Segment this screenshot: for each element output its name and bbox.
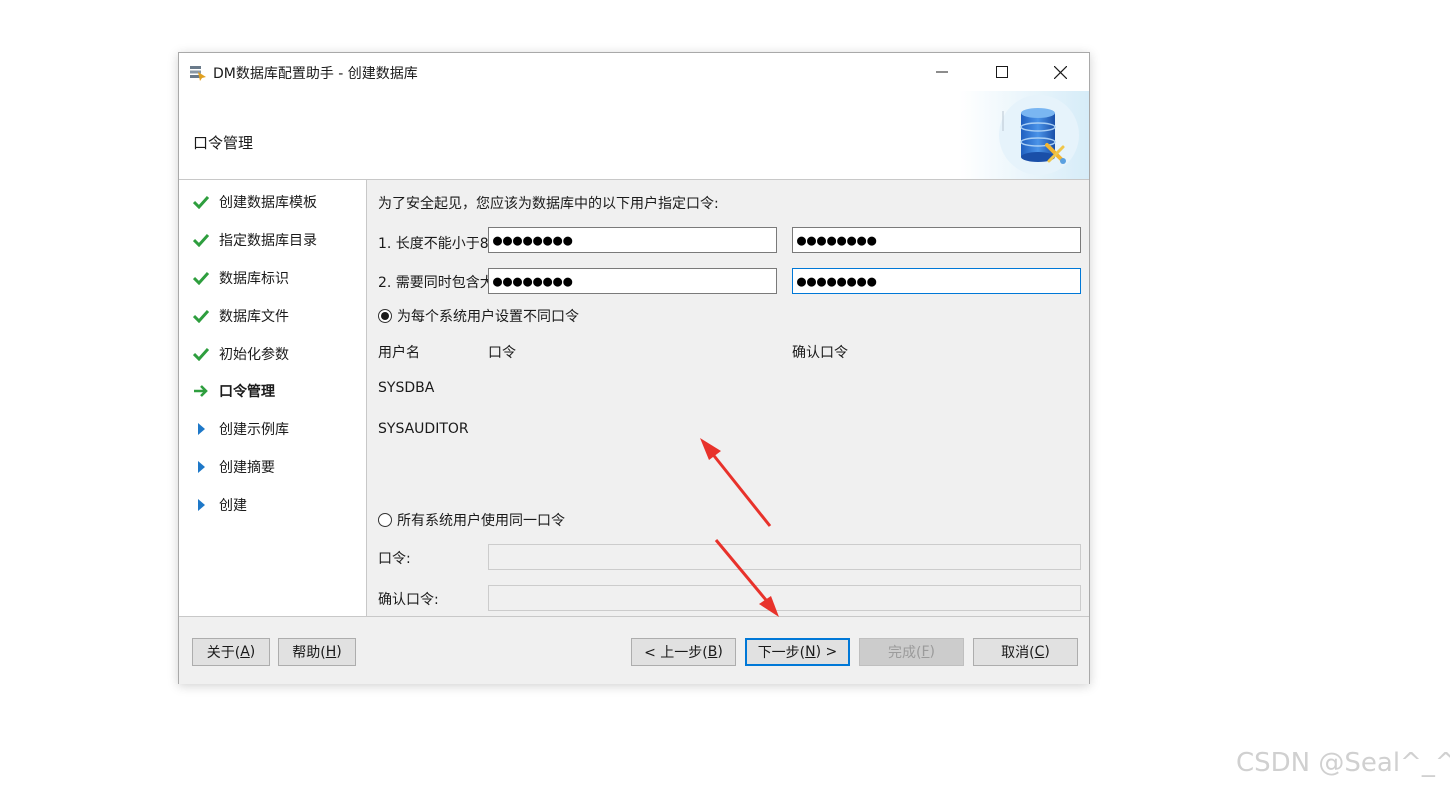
- same-password-field[interactable]: [488, 544, 1081, 570]
- check-icon: [193, 347, 209, 361]
- triangle-right-icon: [198, 499, 205, 511]
- radio-separate-passwords[interactable]: 为每个系统用户设置不同口令: [378, 306, 579, 326]
- back-button[interactable]: < 上一步(B): [631, 638, 736, 666]
- step-label: 创建摘要: [219, 460, 275, 476]
- sysdba-confirm-field[interactable]: [792, 227, 1081, 253]
- next-button[interactable]: 下一步(N) >: [745, 638, 850, 666]
- wizard-footer: 关于(A) 帮助(H) < 上一步(B) 下一步(N) > 完成(F) 取消(C…: [179, 616, 1089, 684]
- user-sysdba-label: SYSDBA: [378, 380, 435, 396]
- help-button[interactable]: 帮助(H): [278, 638, 356, 666]
- step-label: 数据库文件: [219, 309, 289, 325]
- step-database-identity: 数据库标识: [193, 266, 289, 290]
- step-label: 创建示例库: [219, 422, 289, 438]
- sysauditor-confirm-field[interactable]: [792, 268, 1081, 294]
- close-button[interactable]: [1037, 53, 1083, 91]
- step-create-template: 创建数据库模板: [193, 190, 317, 214]
- same-confirm-label: 确认口令:: [378, 592, 439, 608]
- minimize-button[interactable]: [919, 53, 965, 91]
- arrow-right-icon: [194, 385, 208, 397]
- step-label: 数据库标识: [219, 271, 289, 287]
- radio-unselected-icon: [378, 513, 392, 527]
- page-title: 口令管理: [193, 134, 254, 152]
- check-icon: [193, 309, 209, 323]
- same-password-label: 口令:: [378, 551, 411, 567]
- step-create: 创建: [193, 493, 247, 517]
- check-icon: [193, 233, 209, 247]
- cancel-button[interactable]: 取消(C): [973, 638, 1078, 666]
- step-label: 口令管理: [219, 384, 275, 400]
- minimize-icon: [936, 71, 948, 73]
- dialog-window: DM数据库配置助手 - 创建数据库 口令管理 创建数据库模板 指定数据库目录 数…: [178, 52, 1090, 684]
- step-password-management: 口令管理: [193, 379, 275, 403]
- database-config-icon: [959, 91, 1089, 179]
- step-summary: 创建摘要: [193, 455, 275, 479]
- column-password: 口令: [488, 345, 516, 361]
- maximize-icon: [996, 66, 1008, 78]
- triangle-right-icon: [198, 461, 205, 473]
- user-sysauditor-label: SYSAUDITOR: [378, 421, 469, 437]
- radio-label: 为每个系统用户设置不同口令: [397, 309, 579, 325]
- sysdba-password-field[interactable]: [488, 227, 777, 253]
- wizard-header: 口令管理: [179, 91, 1089, 180]
- window-title: DM数据库配置助手 - 创建数据库: [213, 66, 418, 82]
- column-confirm-password: 确认口令: [792, 345, 848, 361]
- step-label: 指定数据库目录: [219, 233, 317, 249]
- step-database-files: 数据库文件: [193, 304, 289, 328]
- step-label: 初始化参数: [219, 347, 289, 363]
- step-sample-database: 创建示例库: [193, 417, 289, 441]
- step-label: 创建: [219, 498, 247, 514]
- password-content: 为了安全起见，您应该为数据库中的以下用户指定口令: 1. 长度不能小于8且不能大…: [367, 180, 1089, 616]
- about-button[interactable]: 关于(A): [192, 638, 270, 666]
- intro-text: 为了安全起见，您应该为数据库中的以下用户指定口令:: [378, 196, 719, 212]
- dm-app-icon: [190, 66, 206, 81]
- triangle-right-icon: [198, 423, 205, 435]
- title-bar[interactable]: DM数据库配置助手 - 创建数据库: [179, 53, 1089, 91]
- column-username: 用户名: [378, 345, 420, 361]
- maximize-button[interactable]: [979, 53, 1025, 91]
- radio-selected-icon: [378, 309, 392, 323]
- watermark-text: CSDN @Seal^_^: [1236, 748, 1450, 778]
- sysauditor-password-field[interactable]: [488, 268, 777, 294]
- finish-button[interactable]: 完成(F): [859, 638, 964, 666]
- radio-label: 所有系统用户使用同一口令: [397, 513, 565, 529]
- close-icon: [1053, 65, 1067, 79]
- steps-panel: 创建数据库模板 指定数据库目录 数据库标识 数据库文件 初始化参数 口令管理 创…: [179, 180, 367, 616]
- step-database-directory: 指定数据库目录: [193, 228, 317, 252]
- check-icon: [193, 271, 209, 285]
- check-icon: [193, 195, 209, 209]
- step-label: 创建数据库模板: [219, 195, 317, 211]
- radio-same-password[interactable]: 所有系统用户使用同一口令: [378, 510, 565, 530]
- same-confirm-field[interactable]: [488, 585, 1081, 611]
- step-init-params: 初始化参数: [193, 342, 289, 366]
